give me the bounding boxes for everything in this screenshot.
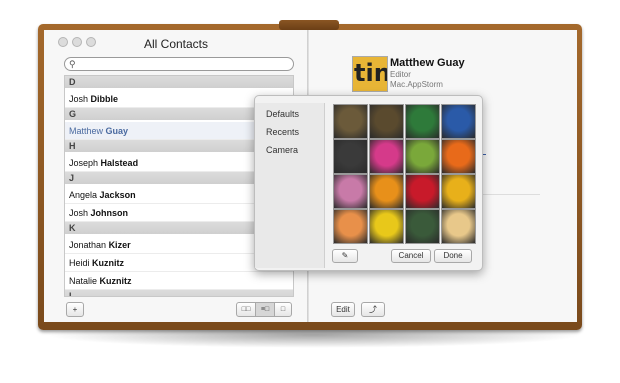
contact-last-name: Jackson	[99, 190, 136, 200]
done-button[interactable]: Done	[434, 249, 472, 263]
share-icon: ⤴	[369, 305, 377, 314]
view-card-and-list-icon[interactable]: □□	[237, 303, 255, 316]
picture-tile-owl[interactable]	[369, 104, 404, 139]
contact-name: Matthew Guay	[390, 57, 465, 69]
view-mode-segmented-control[interactable]: □□ ≡□ □	[236, 302, 292, 317]
picture-tile-dandelion[interactable]	[405, 139, 440, 174]
contact-last-name: Johnson	[90, 208, 129, 218]
section-letter: H	[69, 141, 76, 151]
view-card-only-icon[interactable]: □	[274, 303, 292, 316]
contact-last-name: Dibble	[90, 94, 119, 104]
picker-tab-recents[interactable]: Recents	[266, 127, 299, 137]
window-title: All Contacts	[143, 37, 209, 51]
contact-first-name: Josh	[69, 208, 89, 218]
add-contact-button[interactable]: +	[66, 302, 84, 317]
share-button[interactable]: ⤴	[361, 302, 385, 317]
picture-tile-sunflower[interactable]	[441, 174, 476, 209]
picker-tab-defaults[interactable]: Defaults	[266, 109, 299, 119]
contact-first-name: Josh	[69, 94, 89, 104]
contact-first-name: Joseph	[69, 158, 99, 168]
avatar-text: tin	[354, 59, 388, 87]
picture-tile-eagle[interactable]	[333, 104, 368, 139]
contact-last-name: Guay	[105, 126, 129, 136]
edit-picture-button[interactable]: ✎	[332, 249, 358, 263]
contact-job-title: Editor	[390, 70, 411, 79]
picture-tile-parrot[interactable]	[405, 104, 440, 139]
spine-tab	[279, 20, 339, 30]
picture-tile-penguin[interactable]	[441, 104, 476, 139]
search-field[interactable]: ⚲	[64, 57, 294, 71]
section-letter: D	[69, 77, 76, 87]
contact-first-name: Heidi	[69, 258, 90, 268]
contact-first-name: Angela	[69, 190, 98, 200]
picture-tile-orange-flower[interactable]	[441, 139, 476, 174]
section-letter: G	[69, 109, 77, 119]
view-list-and-card-icon[interactable]: ≡□	[255, 303, 275, 316]
section-letter: L	[69, 291, 75, 297]
section-header: D	[65, 76, 293, 88]
section-letter: K	[69, 223, 76, 233]
search-icon: ⚲	[69, 59, 76, 69]
contact-row[interactable]: Natalie Kuznitz	[65, 272, 293, 290]
picture-tile-rose[interactable]	[405, 174, 440, 209]
section-header: L	[65, 290, 293, 297]
picture-tile-peach-rose[interactable]	[333, 209, 368, 244]
cancel-button[interactable]: Cancel	[391, 249, 431, 263]
section-letter: J	[69, 173, 75, 183]
picture-tile-chalkboard[interactable]	[405, 209, 440, 244]
pencil-icon: ✎	[341, 251, 349, 260]
picture-tile-lotus[interactable]	[333, 174, 368, 209]
edit-button[interactable]: Edit	[331, 302, 355, 317]
card-divider	[476, 194, 540, 195]
contact-first-name: Jonathan	[69, 240, 107, 250]
picture-tile-zebra[interactable]	[333, 139, 368, 174]
picture-tile-fortune-cookie[interactable]	[441, 209, 476, 244]
picture-tile-pink-flower[interactable]	[369, 139, 404, 174]
contact-last-name: Halstead	[100, 158, 139, 168]
contact-first-name: Natalie	[69, 276, 98, 286]
contact-avatar[interactable]: tin	[352, 56, 388, 92]
contact-company: Mac.AppStorm	[390, 80, 443, 89]
picker-tab-camera[interactable]: Camera	[266, 145, 298, 155]
contact-first-name: Matthew	[69, 126, 104, 136]
picture-tile-lily[interactable]	[369, 174, 404, 209]
picture-tile-daisy[interactable]	[369, 209, 404, 244]
contact-last-name: Kuznitz	[92, 258, 125, 268]
contact-last-name: Kizer	[108, 240, 131, 250]
contact-last-name: Kuznitz	[99, 276, 132, 286]
